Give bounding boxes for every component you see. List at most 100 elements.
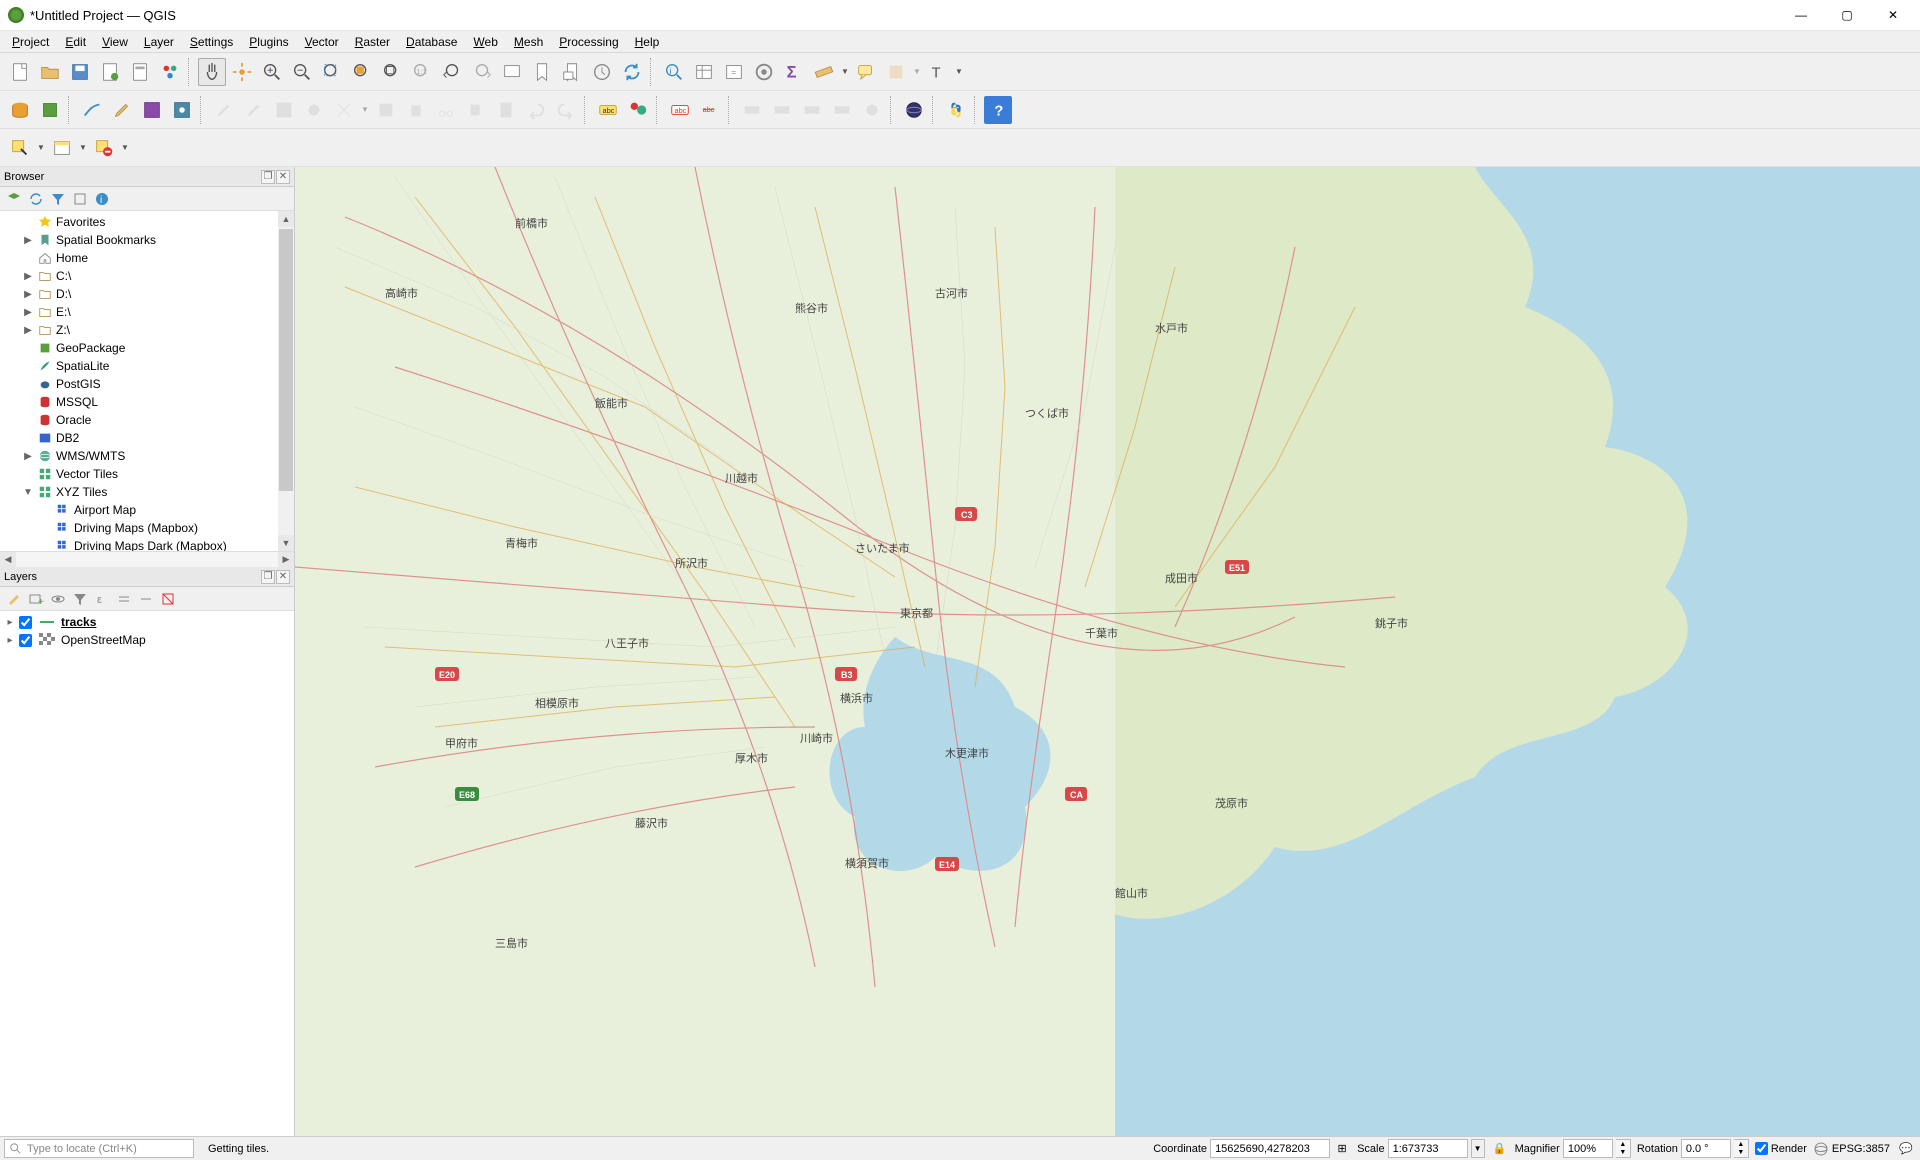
text-annotation-button[interactable]: T — [924, 58, 952, 86]
browser-item-driving-maps-mapbox-[interactable]: Driving Maps (Mapbox) — [0, 519, 294, 537]
show-bookmarks-button[interactable] — [558, 58, 586, 86]
zoom-to-selection-button[interactable] — [348, 58, 376, 86]
layers-expand-button[interactable] — [114, 589, 134, 609]
new-print-layout-button[interactable] — [96, 58, 124, 86]
temporal-controller-button[interactable] — [588, 58, 616, 86]
browser-item-geopackage[interactable]: GeoPackage — [0, 339, 294, 357]
field-calculator-button[interactable]: = — [720, 58, 748, 86]
browser-item-spatial-bookmarks[interactable]: ▶Spatial Bookmarks — [0, 231, 294, 249]
layer-properties-button[interactable] — [168, 96, 196, 124]
select-by-rect-button[interactable] — [6, 134, 34, 162]
browser-collapse-button[interactable] — [70, 189, 90, 209]
menu-edit[interactable]: Edit — [57, 32, 94, 52]
browser-close-button[interactable]: ✕ — [276, 170, 290, 184]
menu-view[interactable]: View — [94, 32, 136, 52]
toggle-editing-button[interactable] — [108, 96, 136, 124]
select-by-rect-dropdown[interactable]: ▼ — [36, 143, 46, 152]
magnifier-spinner[interactable]: ▲▼ — [1616, 1139, 1631, 1158]
layers-filter-button[interactable] — [70, 589, 90, 609]
python-console-button[interactable] — [942, 96, 970, 124]
browser-item-spatialite[interactable]: SpatiaLite — [0, 357, 294, 375]
open-attribute-table-button[interactable] — [690, 58, 718, 86]
new-spatial-bookmark-button[interactable] — [528, 58, 556, 86]
zoom-last-button[interactable] — [438, 58, 466, 86]
browser-item-vector-tiles[interactable]: Vector Tiles — [0, 465, 294, 483]
layer-styling-button[interactable] — [138, 96, 166, 124]
show-layout-manager-button[interactable] — [126, 58, 154, 86]
layers-collapse-button[interactable] — [136, 589, 156, 609]
deselect-dropdown[interactable]: ▼ — [120, 143, 130, 152]
browser-item-wms-wmts[interactable]: ▶WMS/WMTS — [0, 447, 294, 465]
menu-database[interactable]: Database — [398, 32, 465, 52]
layers-remove-button[interactable] — [158, 589, 178, 609]
pan-button[interactable] — [198, 58, 226, 86]
zoom-in-button[interactable] — [258, 58, 286, 86]
map-canvas[interactable]: 東京都 千葉市 横浜市 川崎市 さいたま市 川越市 所沢市 つくば市 成田市 木… — [295, 167, 1920, 1136]
layers-tree[interactable]: ▸tracks▸OpenStreetMap — [0, 611, 294, 1136]
layers-close-button[interactable]: ✕ — [276, 570, 290, 584]
menu-settings[interactable]: Settings — [182, 32, 241, 52]
zoom-to-layer-button[interactable] — [378, 58, 406, 86]
zoom-next-button[interactable] — [468, 58, 496, 86]
maximize-button[interactable]: ▢ — [1824, 0, 1870, 31]
refresh-button[interactable] — [618, 58, 646, 86]
identify-button[interactable]: i — [660, 58, 688, 86]
new-geopackage-button[interactable] — [36, 96, 64, 124]
browser-filter-button[interactable] — [48, 189, 68, 209]
browser-item-mssql[interactable]: MSSQL — [0, 393, 294, 411]
locator-input[interactable]: Type to locate (Ctrl+K) — [4, 1139, 194, 1158]
save-project-button[interactable] — [66, 58, 94, 86]
label-highlight-button[interactable]: abc — [666, 96, 694, 124]
layer-visibility-checkbox[interactable] — [19, 616, 32, 629]
layers-style-button[interactable] — [4, 589, 24, 609]
label-pin-button[interactable]: abc — [696, 96, 724, 124]
new-map-view-button[interactable] — [498, 58, 526, 86]
browser-item-c-[interactable]: ▶C:\ — [0, 267, 294, 285]
browser-properties-button[interactable]: i — [92, 189, 112, 209]
browser-item-d-[interactable]: ▶D:\ — [0, 285, 294, 303]
browser-item-favorites[interactable]: Favorites — [0, 213, 294, 231]
browser-vscroll[interactable]: ▲▼ — [278, 211, 294, 551]
select-by-value-dropdown[interactable]: ▼ — [78, 143, 88, 152]
style-manager-button[interactable] — [156, 58, 184, 86]
menu-processing[interactable]: Processing — [551, 32, 626, 52]
menu-mesh[interactable]: Mesh — [506, 32, 551, 52]
browser-item-db2[interactable]: DB2 — [0, 429, 294, 447]
browser-undock-button[interactable]: ❐ — [261, 170, 275, 184]
maptips-button[interactable] — [852, 58, 880, 86]
zoom-full-button[interactable] — [318, 58, 346, 86]
layers-visibility-button[interactable] — [48, 589, 68, 609]
browser-item-xyz-tiles[interactable]: ▼XYZ Tiles — [0, 483, 294, 501]
select-dropdown[interactable]: ▼ — [912, 67, 922, 76]
messages-button[interactable]: 💬 — [1896, 1142, 1916, 1155]
magnifier-input[interactable] — [1563, 1139, 1613, 1158]
measure-dropdown[interactable]: ▼ — [840, 67, 850, 76]
scale-input[interactable] — [1388, 1139, 1468, 1158]
browser-refresh-button[interactable] — [26, 189, 46, 209]
browser-hscroll[interactable]: ◀▶ — [0, 551, 294, 567]
browser-item-airport-map[interactable]: Airport Map — [0, 501, 294, 519]
zoom-out-button[interactable] — [288, 58, 316, 86]
rotation-spinner[interactable]: ▲▼ — [1734, 1139, 1749, 1158]
diagram-button[interactable] — [624, 96, 652, 124]
select-features-button[interactable] — [882, 58, 910, 86]
select-by-value-button[interactable] — [48, 134, 76, 162]
menu-raster[interactable]: Raster — [347, 32, 398, 52]
zoom-native-button[interactable]: 1:1 — [408, 58, 436, 86]
layer-visibility-checkbox[interactable] — [19, 634, 32, 647]
menu-vector[interactable]: Vector — [297, 32, 347, 52]
scale-dropdown[interactable]: ▼ — [1471, 1139, 1485, 1158]
layers-expression-button[interactable]: ε — [92, 589, 112, 609]
metasearch-button[interactable] — [900, 96, 928, 124]
layer-tracks[interactable]: ▸tracks — [0, 613, 294, 631]
new-project-button[interactable] — [6, 58, 34, 86]
measure-button[interactable] — [810, 58, 838, 86]
menu-plugins[interactable]: Plugins — [241, 32, 296, 52]
statistics-button[interactable]: Σ — [780, 58, 808, 86]
open-project-button[interactable] — [36, 58, 64, 86]
browser-item-driving-maps-dark-mapbox-[interactable]: Driving Maps Dark (Mapbox) — [0, 537, 294, 551]
minimize-button[interactable]: — — [1778, 0, 1824, 31]
browser-tree[interactable]: ▲▼ Favorites▶Spatial BookmarksHome▶C:\▶D… — [0, 211, 294, 551]
new-vector-layer-button[interactable] — [78, 96, 106, 124]
deselect-all-button[interactable] — [90, 134, 118, 162]
